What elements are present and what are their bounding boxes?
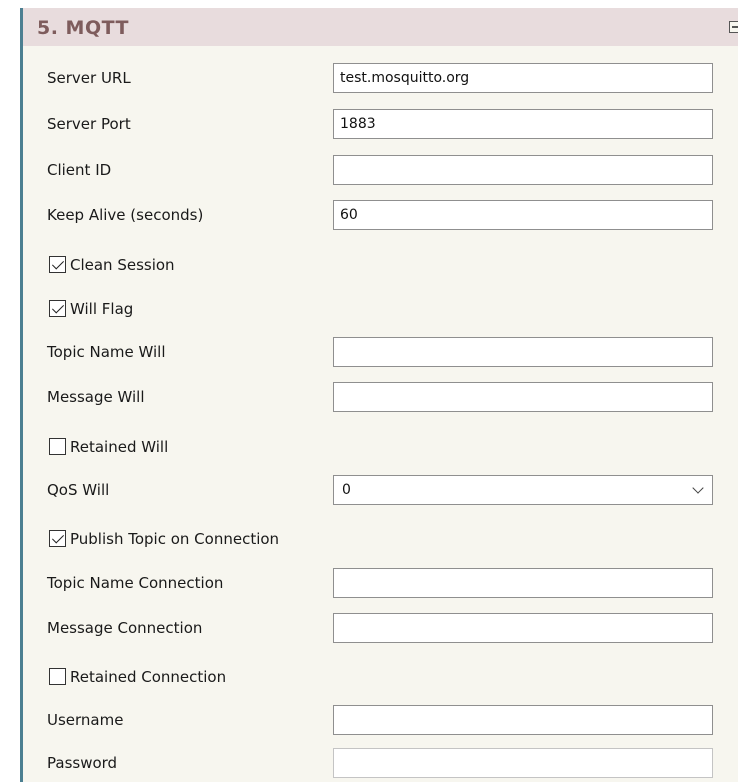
- qos-will-row: QoS Will 0: [23, 472, 738, 508]
- clean-session-row: Clean Session: [23, 246, 738, 282]
- password-input[interactable]: [333, 748, 713, 778]
- topic-name-connection-label: Topic Name Connection: [47, 574, 224, 592]
- publish-topic-checkbox-wrap[interactable]: Publish Topic on Connection: [49, 528, 279, 548]
- message-connection-label: Message Connection: [47, 619, 203, 637]
- retained-connection-label: Retained Connection: [70, 667, 227, 686]
- server-url-input[interactable]: [333, 63, 713, 93]
- server-port-label: Server Port: [47, 115, 131, 133]
- username-row: Username: [23, 702, 738, 738]
- password-row: Password: [23, 745, 738, 781]
- username-label: Username: [47, 711, 124, 729]
- clean-session-checkbox[interactable]: [49, 256, 66, 273]
- will-flag-row: Will Flag: [23, 290, 738, 326]
- will-flag-label: Will Flag: [70, 299, 134, 318]
- collapse-icon[interactable]: [729, 21, 738, 33]
- message-connection-input[interactable]: [333, 613, 713, 643]
- clean-session-checkbox-wrap[interactable]: Clean Session: [49, 254, 175, 274]
- message-will-label: Message Will: [47, 388, 145, 406]
- retained-connection-checkbox-wrap[interactable]: Retained Connection: [49, 666, 226, 686]
- retained-will-checkbox[interactable]: [49, 438, 66, 455]
- chevron-down-icon[interactable]: [692, 482, 704, 494]
- publish-topic-row: Publish Topic on Connection: [23, 520, 738, 556]
- retained-will-checkbox-wrap[interactable]: Retained Will: [49, 436, 168, 456]
- section-header[interactable]: 5. MQTT: [23, 8, 738, 46]
- clean-session-label: Clean Session: [70, 255, 175, 274]
- topic-name-will-input[interactable]: [333, 337, 713, 367]
- topic-name-connection-row: Topic Name Connection: [23, 565, 738, 601]
- qos-will-label: QoS Will: [47, 481, 110, 499]
- message-will-input[interactable]: [333, 382, 713, 412]
- keep-alive-label: Keep Alive (seconds): [47, 206, 204, 224]
- qos-will-selected-value: 0: [342, 482, 351, 498]
- client-id-label: Client ID: [47, 161, 112, 179]
- server-url-row: Server URL: [23, 60, 738, 96]
- message-connection-row: Message Connection: [23, 610, 738, 646]
- retained-connection-row: Retained Connection: [23, 658, 738, 694]
- will-flag-checkbox-wrap[interactable]: Will Flag: [49, 298, 133, 318]
- section-title: 5. MQTT: [37, 17, 129, 39]
- retained-will-label: Retained Will: [70, 437, 169, 456]
- will-flag-checkbox[interactable]: [49, 300, 66, 317]
- qos-will-select[interactable]: 0: [333, 475, 713, 505]
- server-port-input[interactable]: [333, 109, 713, 139]
- keep-alive-input[interactable]: [333, 200, 713, 230]
- retained-connection-checkbox[interactable]: [49, 668, 66, 685]
- username-input[interactable]: [333, 705, 713, 735]
- topic-name-connection-input[interactable]: [333, 568, 713, 598]
- client-id-row: Client ID: [23, 152, 738, 188]
- server-url-label: Server URL: [47, 69, 131, 87]
- publish-topic-checkbox[interactable]: [49, 530, 66, 547]
- message-will-row: Message Will: [23, 379, 738, 415]
- password-label: Password: [47, 754, 118, 772]
- client-id-input[interactable]: [333, 155, 713, 185]
- mqtt-section-panel: 5. MQTT Server URL Server Port Client ID…: [20, 8, 738, 782]
- retained-will-row: Retained Will: [23, 428, 738, 464]
- topic-name-will-label: Topic Name Will: [47, 343, 166, 361]
- publish-topic-label: Publish Topic on Connection: [70, 529, 280, 548]
- topic-name-will-row: Topic Name Will: [23, 334, 738, 370]
- keep-alive-row: Keep Alive (seconds): [23, 197, 738, 233]
- server-port-row: Server Port: [23, 106, 738, 142]
